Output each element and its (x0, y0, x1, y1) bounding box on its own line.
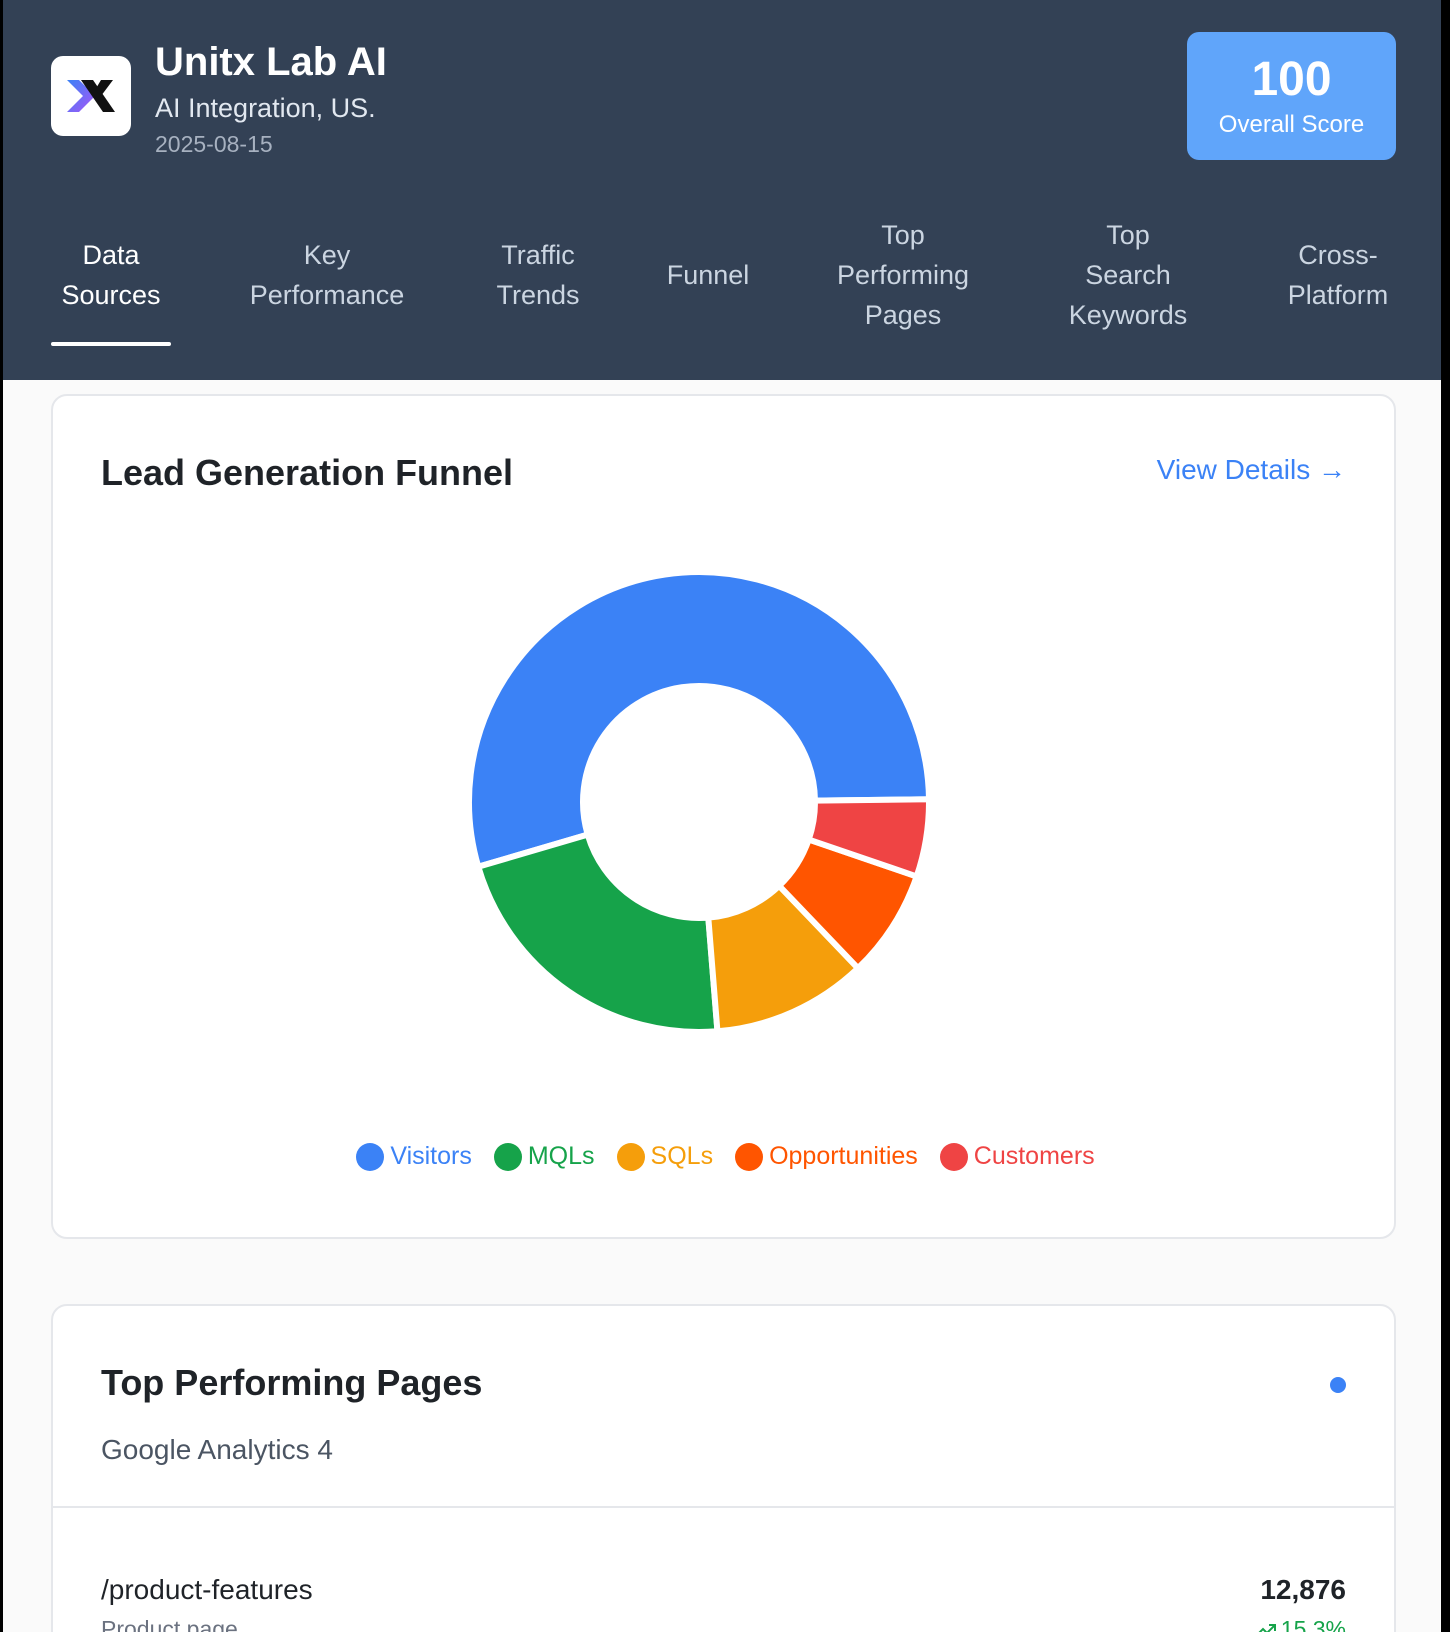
legend-dot (616, 1142, 645, 1171)
legend-item-opportunities[interactable]: Opportunities (735, 1142, 918, 1171)
tab-top-performing-pages[interactable]: Top Performing Pages (813, 200, 993, 350)
page-change-value: 15.3% (1280, 1616, 1346, 1632)
page-path: /product-features (101, 1574, 313, 1605)
lead-generation-funnel-card: Lead Generation Funnel View Details → Vi… (51, 394, 1396, 1239)
legend-item-mqls[interactable]: MQLs (493, 1142, 595, 1171)
tab-traffic-trends[interactable]: Traffic Trends (483, 200, 593, 350)
legend-item-customers[interactable]: Customers (939, 1142, 1095, 1171)
donut-slice-mqls[interactable] (474, 830, 721, 1035)
tab-data-sources[interactable]: Data Sources (49, 200, 173, 350)
status-indicator-dot (1330, 1377, 1346, 1393)
header: Unitx Lab AI AI Integration, US. 2025-08… (3, 0, 1441, 380)
company-subtitle: AI Integration, US. (155, 93, 376, 123)
company-logo (51, 56, 131, 136)
legend-dot (493, 1142, 522, 1171)
legend-label: Visitors (390, 1142, 472, 1170)
legend-item-visitors[interactable]: Visitors (356, 1142, 472, 1171)
overall-score-badge: 100 Overall Score (1187, 32, 1396, 160)
unitx-logo-icon (67, 80, 115, 112)
app-viewport: Unitx Lab AI AI Integration, US. 2025-08… (3, 0, 1441, 1632)
legend-item-sqls[interactable]: SQLs (616, 1142, 714, 1171)
trending-up-icon (1257, 1623, 1276, 1632)
page-views-value: 12,876 (1260, 1574, 1346, 1605)
page-row[interactable]: /product-features Product page 12,876 15… (101, 1574, 1346, 1632)
legend-label: MQLs (527, 1142, 595, 1170)
active-tab-indicator (51, 342, 171, 346)
top-performing-pages-card: Top Performing Pages Google Analytics 4 … (51, 1304, 1396, 1632)
card-divider (53, 1506, 1394, 1508)
pages-card-title: Top Performing Pages (101, 1362, 483, 1403)
legend-label: SQLs (650, 1142, 714, 1170)
company-name: Unitx Lab AI (155, 40, 387, 84)
overall-score-value: 100 (1251, 53, 1332, 106)
tab-top-search-keywords[interactable]: Top Search Keywords (1043, 200, 1213, 350)
page-change: 15.3% (1255, 1616, 1346, 1632)
funnel-donut-chart (466, 569, 933, 1035)
overall-score-label: Overall Score (1218, 111, 1365, 138)
legend-dot (735, 1142, 764, 1171)
chart-legend: Visitors MQLs SQLs Opportunities Customers (53, 1142, 1398, 1171)
tab-funnel[interactable]: Funnel (653, 200, 763, 350)
report-date: 2025-08-15 (155, 131, 273, 157)
pages-card-source: Google Analytics 4 (101, 1434, 333, 1465)
legend-dot (356, 1142, 385, 1171)
legend-label: Customers (973, 1142, 1095, 1170)
page-type: Product page (101, 1616, 238, 1632)
tab-key-performance[interactable]: Key Performance (227, 200, 427, 350)
legend-label: Opportunities (769, 1142, 918, 1170)
legend-dot (939, 1142, 968, 1171)
tab-cross-platform[interactable]: Cross- Platform (1263, 200, 1413, 350)
